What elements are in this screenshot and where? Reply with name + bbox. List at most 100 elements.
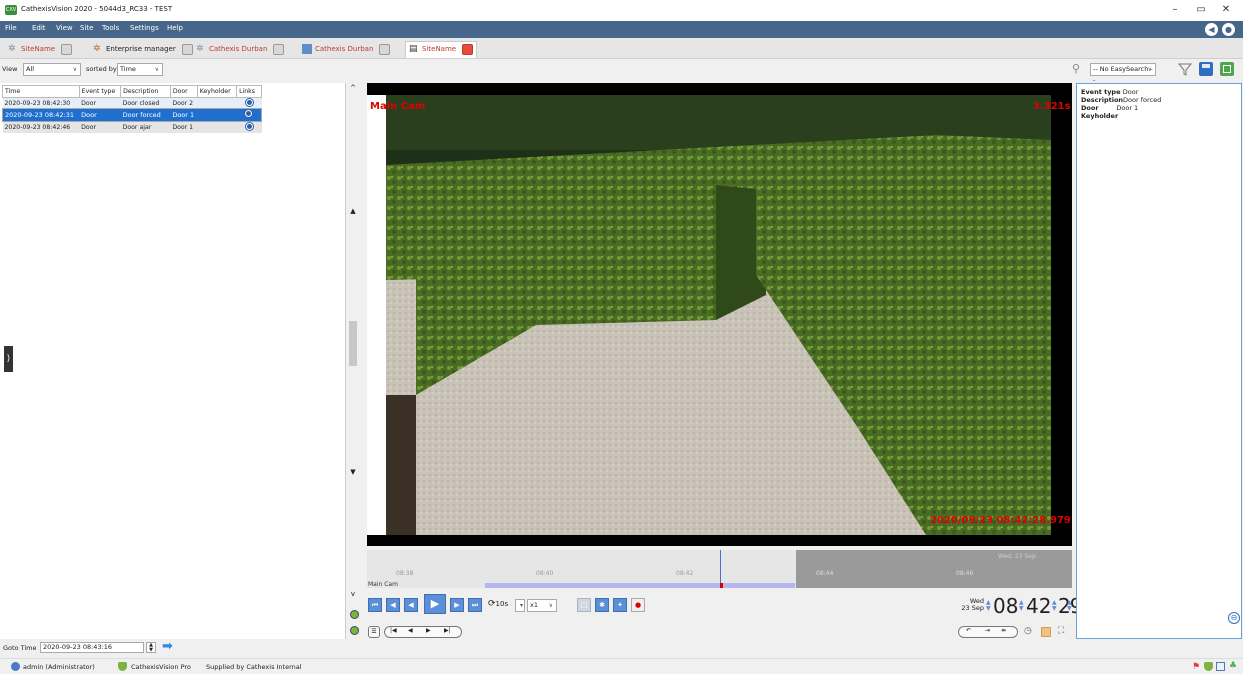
network-icon[interactable]: ♣ [1229,661,1237,671]
alarm-flag-icon[interactable]: ⚑ [1192,662,1200,672]
close-button[interactable]: ✕ [1213,3,1239,17]
first-frame-button[interactable]: |◀ [390,627,397,634]
scroll-up-icon[interactable]: ^ [348,84,358,92]
timeline-tick: 08:42 [676,570,694,577]
scroll-down-icon[interactable]: v [348,590,358,598]
link-icon[interactable] [245,122,253,130]
timestamp-overlay: 2020/09/23 08:42:28.979 [930,515,1071,526]
restore-button[interactable]: ▭ [1188,3,1214,17]
column-header-event-type[interactable]: Event type [78,85,122,98]
recording-bar[interactable] [485,583,795,588]
menu-settings[interactable]: Settings [130,24,159,32]
status-bar: admin (Administrator) CathexisVision Pro… [0,658,1243,674]
next-frame-button[interactable]: ▶ [426,627,431,634]
status-dot-icon [350,610,359,619]
save-icon[interactable] [1199,62,1213,76]
last-frame-button[interactable]: ▶| [444,627,451,634]
record-button[interactable]: ● [631,598,645,612]
event-marker[interactable] [720,583,723,588]
column-header-links[interactable]: Links [236,85,262,98]
bookmark-button[interactable]: ✱ [595,598,609,612]
list-icon[interactable]: ☰ [368,626,380,638]
tab-close-icon[interactable] [379,43,391,55]
tab-enterprise-manager[interactable]: ✲ Enterprise manager [93,42,193,56]
tab-label: SiteName [21,45,56,53]
sort-select[interactable]: Time ∨ [117,63,163,76]
collapse-panel-icon[interactable]: ⊖ [1228,612,1240,624]
minimize-button[interactable]: – [1162,3,1188,17]
play-reverse-button[interactable]: ◀ [404,598,418,612]
loop-select[interactable]: ▾ [515,599,525,612]
video-frame-border [367,95,387,535]
skip-start-button[interactable]: ⏮ [368,598,382,612]
goto-time-input[interactable]: 2020-09-23 08:43:16 [40,642,144,653]
column-header-time[interactable]: Time [2,85,80,98]
table-row[interactable]: 2020-09-23 08:42:46 Door Door ajar Door … [2,121,262,133]
menu-site[interactable]: Site [80,24,93,32]
skip-end-button[interactable]: ⏭ [468,598,482,612]
speed-select[interactable]: x1 ∨ [527,599,557,612]
scroll-up-arrow-icon[interactable]: ▲ [348,207,358,215]
microphone-icon[interactable]: ● [1222,23,1235,36]
column-header-door[interactable]: Door [169,85,198,98]
tab-cathexis-durban-2[interactable]: Cathexis Durban [302,42,391,56]
minute-stepper-icon[interactable]: ▲ ▼ [1019,600,1024,612]
scrollbar-thumb[interactable] [349,321,357,366]
tab-close-icon[interactable] [273,43,285,55]
prev-frame-button[interactable]: ◀ [408,627,413,634]
play-button[interactable]: ▶ [424,594,446,614]
sync-icon[interactable]: ⇹ [1001,627,1006,634]
tab-close-icon[interactable] [181,43,193,55]
loop-control[interactable]: ⟳10s [488,599,508,609]
clock-minute[interactable]: 42 [1026,594,1051,618]
tab-cathexis-durban-1[interactable]: ✲ Cathexis Durban [196,42,285,56]
easysearch-select[interactable]: -- No EasySearch -- ∨ [1090,63,1156,84]
second-stepper-icon[interactable]: ▲ ▼ [1052,600,1057,612]
step-back-button[interactable]: ◀ [386,598,400,612]
clock-hour[interactable]: 08 [993,594,1018,618]
chevron-down-icon: ∨ [548,602,553,609]
timeline-tick: 08:40 [536,570,554,577]
detail-label: Door [1081,104,1099,112]
search-icon[interactable]: ⚲ [1072,62,1080,75]
shield-icon[interactable] [1204,662,1213,671]
cell-links [236,97,262,109]
filter-icon[interactable] [1178,62,1192,76]
audio-speaker-icon[interactable]: ◀ [1205,23,1218,36]
column-header-description[interactable]: Description [120,85,171,98]
table-row[interactable]: 2020-09-23 08:42:30 Door Door closed Doo… [2,97,262,109]
tab-sitename-active[interactable]: ▤ SiteName [405,41,478,58]
cell-links [236,108,262,122]
menu-view[interactable]: View [56,24,73,32]
menu-file[interactable]: File [5,24,17,32]
monitor-icon[interactable] [1216,662,1225,671]
go-arrow-icon[interactable]: ➡ [162,639,173,654]
export-icon[interactable] [1220,62,1234,76]
hour-stepper-icon[interactable]: ▲ ▼ [986,600,991,612]
panel-collapse-handle[interactable]: ⟩ [4,346,13,372]
filter-bar: View All ∨ sorted by Time ∨ ⚲ -- No EasySe… [0,59,1243,84]
table-row-selected[interactable]: 2020-09-23 08:42:31 Door Door forced Doo… [2,108,262,122]
layout-icon[interactable] [1041,627,1051,637]
goto-time-stepper-icon[interactable]: ▲ ▼ [146,642,156,653]
link-icon[interactable] [245,109,253,117]
link-icon[interactable] [245,98,253,106]
view-select[interactable]: All ∨ [23,63,81,76]
tab-close-icon[interactable] [61,43,73,55]
scroll-down-arrow-icon[interactable]: ▼ [348,468,358,476]
menu-help[interactable]: Help [167,24,183,32]
pin-button[interactable]: ✦ [613,598,627,612]
clip-button[interactable]: □ [577,598,591,612]
jump-to-icon[interactable]: ⇥ [985,627,990,634]
timer-icon[interactable]: ◷ [1024,626,1032,636]
cell-event-type: Door [79,121,121,133]
second-stepper-icon[interactable]: ▲ ▼ [1067,600,1072,612]
undo-icon[interactable]: ↶ [966,627,971,634]
tab-sitename-1[interactable]: ✲ SiteName [8,42,73,56]
step-forward-button[interactable]: ▶ [450,598,464,612]
menu-edit[interactable]: Edit [32,24,46,32]
column-header-keyholder[interactable]: Keyholder [196,85,238,98]
fullscreen-icon[interactable]: ⛶ [1058,626,1064,636]
tab-close-icon[interactable] [462,43,474,55]
menu-tools[interactable]: Tools [102,24,119,32]
